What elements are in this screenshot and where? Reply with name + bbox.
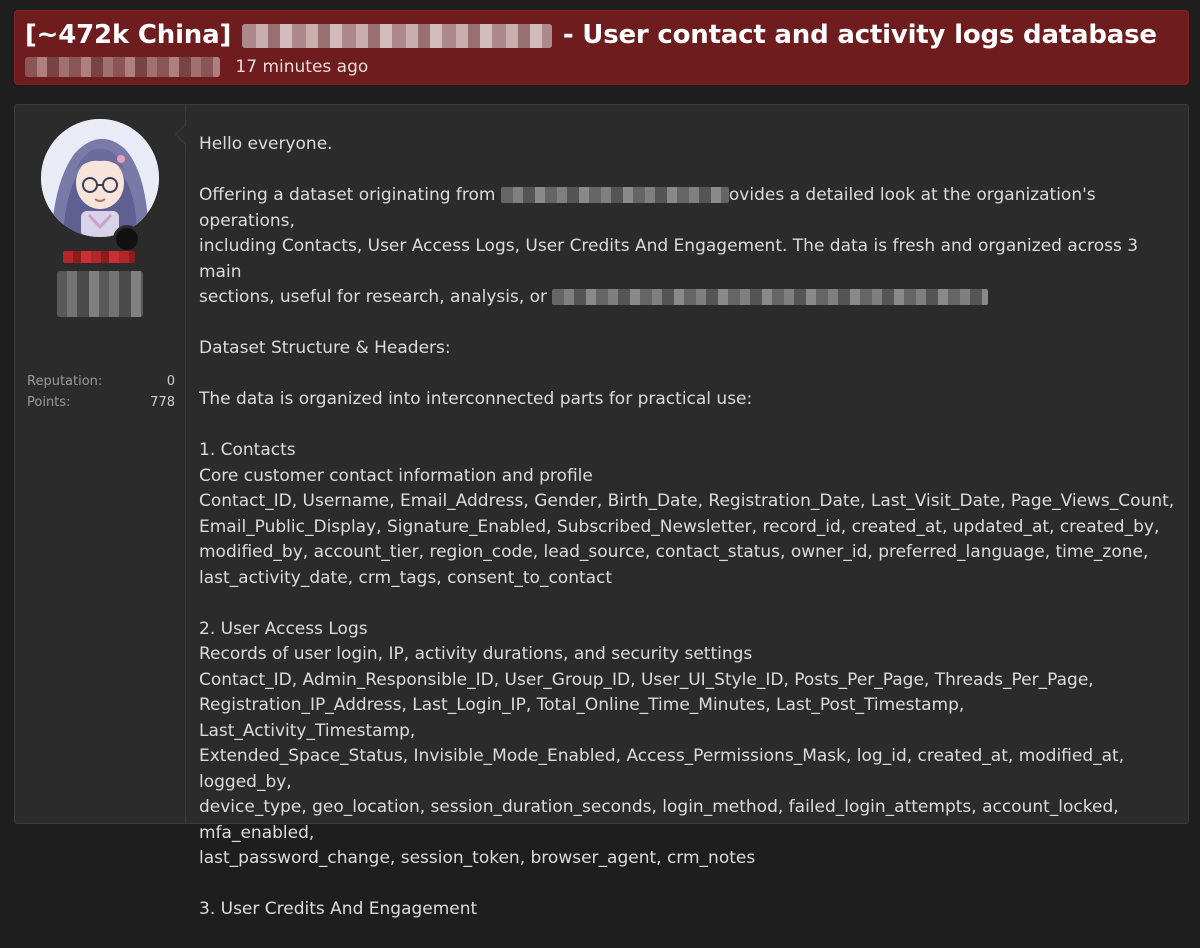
thread-title: [~472k China] - User contact and activit… bbox=[25, 19, 1157, 51]
stat-value: 0 bbox=[166, 374, 175, 389]
field-list-line: Registration_IP_Address, Last_Login_IP, … bbox=[199, 695, 965, 741]
post-container: Reputation: 0 Points: 778 Hello everyone… bbox=[14, 104, 1189, 919]
section-description: Records of user login, IP, activity dura… bbox=[199, 644, 753, 664]
field-list-line: last_password_change, session_token, bro… bbox=[199, 848, 756, 868]
section-heading: 3. User Credits And Engagement bbox=[199, 899, 478, 919]
section-contacts: 1. Contacts Core customer contact inform… bbox=[199, 438, 1184, 591]
intro-line-1: Offering a dataset originating from ovid… bbox=[199, 183, 1184, 234]
field-list-line: Email_Public_Display, Signature_Enabled,… bbox=[199, 516, 1160, 537]
avatar-image bbox=[41, 119, 159, 237]
intro-line-3: sections, useful for research, analysis,… bbox=[199, 285, 1184, 311]
user-stats: Reputation: 0 Points: 778 bbox=[27, 371, 175, 413]
greeting: Hello everyone. bbox=[199, 134, 333, 154]
title-prefix: [~472k China] bbox=[25, 20, 232, 50]
field-list-line: Contact_ID, Admin_Responsible_ID, User_G… bbox=[199, 669, 1094, 690]
section-user-access-logs: 2. User Access Logs Records of user logi… bbox=[199, 617, 1184, 872]
redacted-username[interactable] bbox=[63, 251, 135, 263]
field-list-line: modified_by, account_tier, region_code, … bbox=[199, 542, 1149, 562]
stat-value: 778 bbox=[150, 395, 175, 410]
stat-label: Reputation: bbox=[27, 374, 103, 389]
intro-line-2: including Contacts, User Access Logs, Us… bbox=[199, 236, 1139, 282]
redacted-intro-ending bbox=[552, 289, 989, 305]
section-heading: 1. Contacts bbox=[199, 440, 296, 460]
stat-row-reputation: Reputation: 0 bbox=[27, 371, 175, 392]
field-list-line: device_type, geo_location, session_durat… bbox=[199, 797, 1119, 843]
avatar-wrap[interactable] bbox=[41, 119, 159, 253]
redacted-title-segment bbox=[241, 23, 552, 48]
field-list-line: Extended_Space_Status, Invisible_Mode_En… bbox=[199, 746, 1125, 792]
redacted-user-title bbox=[57, 271, 143, 317]
stat-row-points: Points: 778 bbox=[27, 392, 175, 413]
intro-text-c: sections, useful for research, analysis,… bbox=[199, 287, 548, 307]
online-status-dot bbox=[113, 225, 141, 253]
redacted-author-link[interactable] bbox=[25, 57, 220, 77]
avatar[interactable] bbox=[41, 119, 159, 237]
post-body-panel: Hello everyone. Offering a dataset origi… bbox=[174, 105, 1188, 919]
section-heading: 2. User Access Logs bbox=[199, 618, 368, 639]
field-list-line: last_activity_date, crm_tags, consent_to… bbox=[199, 567, 613, 588]
title-suffix: - User contact and activity logs databas… bbox=[562, 20, 1157, 50]
intro-paragraph: Offering a dataset originating from ovid… bbox=[199, 183, 1184, 311]
structure-intro: The data is organized into interconnecte… bbox=[199, 389, 753, 409]
redacted-organization bbox=[500, 187, 729, 203]
post-message: Hello everyone. Offering a dataset origi… bbox=[199, 132, 1184, 948]
stat-label: Points: bbox=[27, 395, 71, 410]
thread-header: [~472k China] - User contact and activit… bbox=[14, 10, 1189, 85]
intro-text-a: Offering a dataset originating from bbox=[199, 185, 496, 205]
structure-heading: Dataset Structure & Headers: bbox=[199, 338, 451, 358]
section-user-credits: 3. User Credits And Engagement bbox=[199, 897, 1184, 923]
user-panel: Reputation: 0 Points: 778 bbox=[15, 105, 185, 823]
thread-meta: 17 minutes ago bbox=[25, 56, 368, 78]
section-description: Core customer contact information and pr… bbox=[199, 465, 593, 486]
field-list-line: Contact_ID, Username, Email_Address, Gen… bbox=[199, 491, 1175, 511]
post-timestamp[interactable]: 17 minutes ago bbox=[235, 57, 368, 77]
